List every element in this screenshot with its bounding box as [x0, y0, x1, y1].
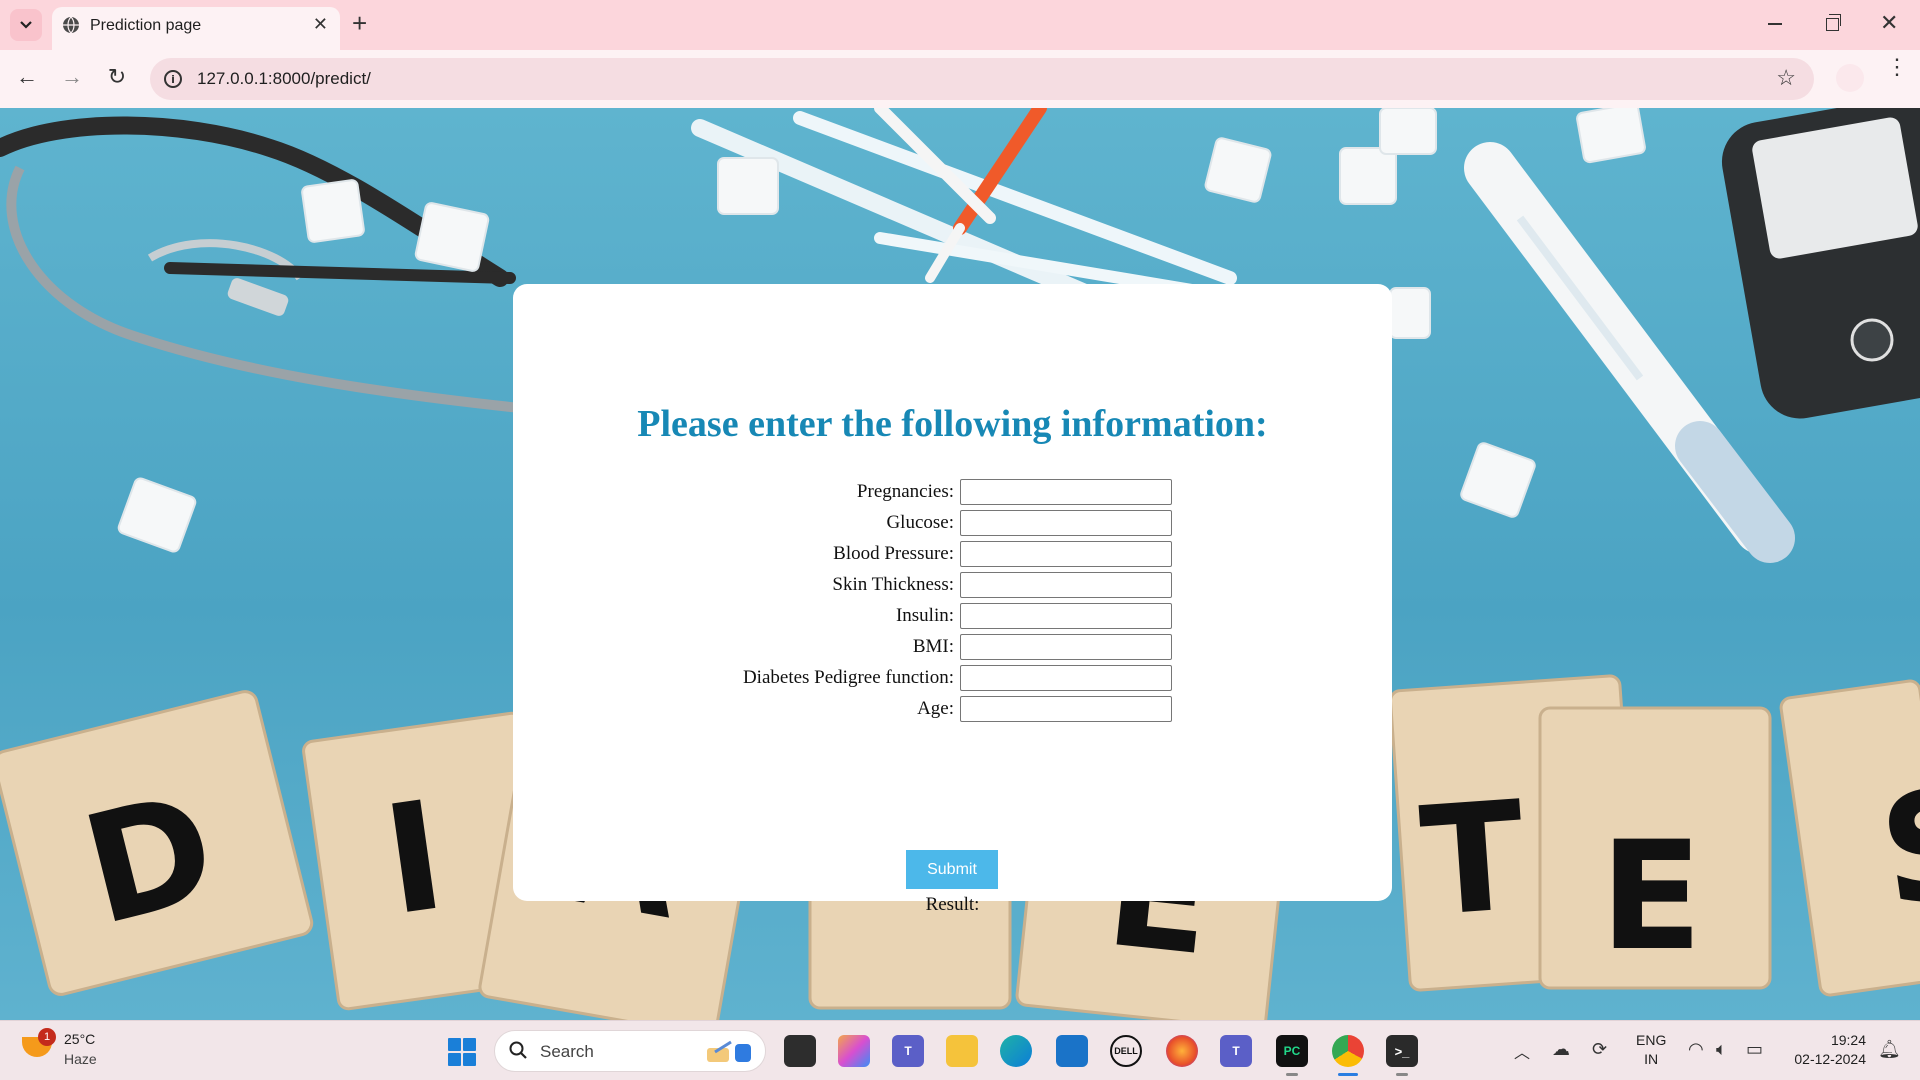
- chevron-up-icon[interactable]: ︿: [1514, 1039, 1530, 1063]
- back-arrow-icon[interactable]: ←: [12, 62, 42, 92]
- browser-tab-active[interactable]: Prediction page ✕: [52, 7, 340, 50]
- page-viewport: D I A E T E S Please enter the following…: [0, 108, 1920, 1020]
- task-view-icon[interactable]: [784, 1035, 816, 1067]
- chrome-icon[interactable]: [1332, 1035, 1364, 1067]
- close-icon[interactable]: ✕: [313, 14, 328, 35]
- star-icon[interactable]: ☆: [1776, 65, 1796, 91]
- tab-search-button[interactable]: [10, 9, 42, 41]
- terminal-icon[interactable]: >_: [1386, 1035, 1418, 1067]
- chrome-active-indicator: [1338, 1073, 1358, 1076]
- field-row-diabetes-pedigree: Diabetes Pedigree function:: [513, 663, 1392, 694]
- blood-pressure-label: Blood Pressure:: [833, 543, 954, 564]
- field-row-bmi: BMI:: [513, 632, 1392, 663]
- clock-time: 19:24: [1830, 1032, 1866, 1048]
- close-window-button[interactable]: ✕: [1880, 10, 1898, 36]
- search-placeholder: Search: [540, 1042, 594, 1061]
- firefox-icon[interactable]: [1166, 1035, 1198, 1067]
- profile-avatar[interactable]: [1836, 64, 1864, 92]
- insulin-label: Insulin:: [895, 605, 954, 626]
- teams-icon[interactable]: T: [892, 1035, 924, 1067]
- browser-tab-strip: Prediction page ✕ + ✕: [0, 0, 1920, 50]
- restore-window-button[interactable]: [1826, 14, 1841, 31]
- reload-icon[interactable]: ↻: [102, 62, 132, 92]
- pregnancies-label: Pregnancies:: [856, 481, 954, 502]
- bmi-input[interactable]: [960, 634, 1172, 660]
- block-letter-e-2: E: [1600, 810, 1702, 984]
- taskbar: 1 25°C Haze Search T DELL T PC >_ ︿ ☁ ⟳ …: [0, 1020, 1920, 1080]
- file-explorer-icon[interactable]: [946, 1035, 978, 1067]
- volume-icon[interactable]: 🔈︎: [1716, 1039, 1727, 1060]
- field-row-insulin: Insulin:: [513, 601, 1392, 632]
- clock-date: 02-12-2024: [1794, 1051, 1866, 1067]
- battery-icon[interactable]: ▭: [1746, 1039, 1763, 1060]
- pycharm-icon[interactable]: PC: [1276, 1035, 1308, 1067]
- form-heading: Please enter the following information:: [637, 403, 1268, 445]
- field-row-age: Age:: [513, 694, 1392, 725]
- microsoft-store-icon[interactable]: [1056, 1035, 1088, 1067]
- copilot-icon[interactable]: [838, 1035, 870, 1067]
- skin-thickness-label: Skin Thickness:: [832, 574, 954, 595]
- browser-toolbar: ← → ↻ i 127.0.0.1:8000/predict/ ☆ ⋮: [0, 50, 1920, 108]
- windows-start-icon[interactable]: [448, 1038, 476, 1066]
- clock[interactable]: 19:24 02-12-2024: [1786, 1031, 1866, 1069]
- field-row-skin-thickness: Skin Thickness:: [513, 570, 1392, 601]
- plus-icon[interactable]: +: [352, 10, 367, 36]
- field-row-pregnancies: Pregnancies:: [513, 477, 1392, 508]
- forward-arrow-icon[interactable]: →: [57, 62, 87, 92]
- weather-condition: Haze: [64, 1051, 97, 1067]
- age-label: Age:: [917, 698, 954, 719]
- bmi-label: BMI:: [912, 636, 954, 657]
- skin-thickness-input[interactable]: [960, 572, 1172, 598]
- diabetes-pedigree-label: Diabetes Pedigree function:: [742, 667, 954, 688]
- submit-button[interactable]: Submit: [906, 850, 998, 889]
- notification-bell-icon[interactable]: 🔔︎: [1878, 1039, 1901, 1060]
- search-highlight-icon: [707, 1040, 751, 1062]
- glucose-input[interactable]: [960, 510, 1172, 536]
- more-vert-icon[interactable]: ⋮: [1886, 56, 1908, 78]
- minimize-window-button[interactable]: [1768, 23, 1782, 25]
- field-row-glucose: Glucose:: [513, 508, 1392, 539]
- prediction-form-card: Please enter the following information: …: [513, 284, 1392, 915]
- field-row-blood-pressure: Blood Pressure:: [513, 539, 1392, 570]
- pregnancies-input[interactable]: [960, 479, 1172, 505]
- wifi-icon[interactable]: ◠: [1688, 1039, 1704, 1060]
- sync-icon[interactable]: ⟳: [1592, 1039, 1607, 1060]
- url-text[interactable]: 127.0.0.1:8000/predict/: [197, 69, 371, 89]
- language-code: ENG: [1636, 1032, 1667, 1048]
- edge-icon[interactable]: [1000, 1035, 1032, 1067]
- region-code: IN: [1644, 1051, 1659, 1067]
- blood-pressure-input[interactable]: [960, 541, 1172, 567]
- teams-work-icon[interactable]: T: [1220, 1035, 1252, 1067]
- cloud-offline-icon[interactable]: ☁: [1552, 1039, 1570, 1060]
- tab-title: Prediction page: [90, 17, 202, 34]
- address-bar[interactable]: i 127.0.0.1:8000/predict/ ☆: [150, 58, 1814, 100]
- result-label: Result:: [925, 894, 980, 915]
- notification-badge: 1: [38, 1028, 56, 1046]
- glucose-label: Glucose:: [886, 512, 954, 533]
- dell-icon[interactable]: DELL: [1110, 1035, 1142, 1067]
- pycharm-running-indicator: [1286, 1073, 1298, 1076]
- globe-icon: [63, 16, 79, 34]
- weather-temperature: 25°C: [64, 1031, 96, 1047]
- block-letter-t: T: [1416, 770, 1530, 951]
- age-input[interactable]: [960, 696, 1172, 722]
- terminal-running-indicator: [1396, 1073, 1408, 1076]
- chevron-down-icon: [20, 21, 32, 29]
- diabetes-pedigree-input[interactable]: [960, 665, 1172, 691]
- search-icon: [509, 1041, 527, 1059]
- taskbar-search-box[interactable]: Search: [494, 1030, 766, 1072]
- insulin-input[interactable]: [960, 603, 1172, 629]
- info-icon[interactable]: i: [164, 70, 182, 88]
- language-indicator[interactable]: ENG IN: [1636, 1031, 1666, 1069]
